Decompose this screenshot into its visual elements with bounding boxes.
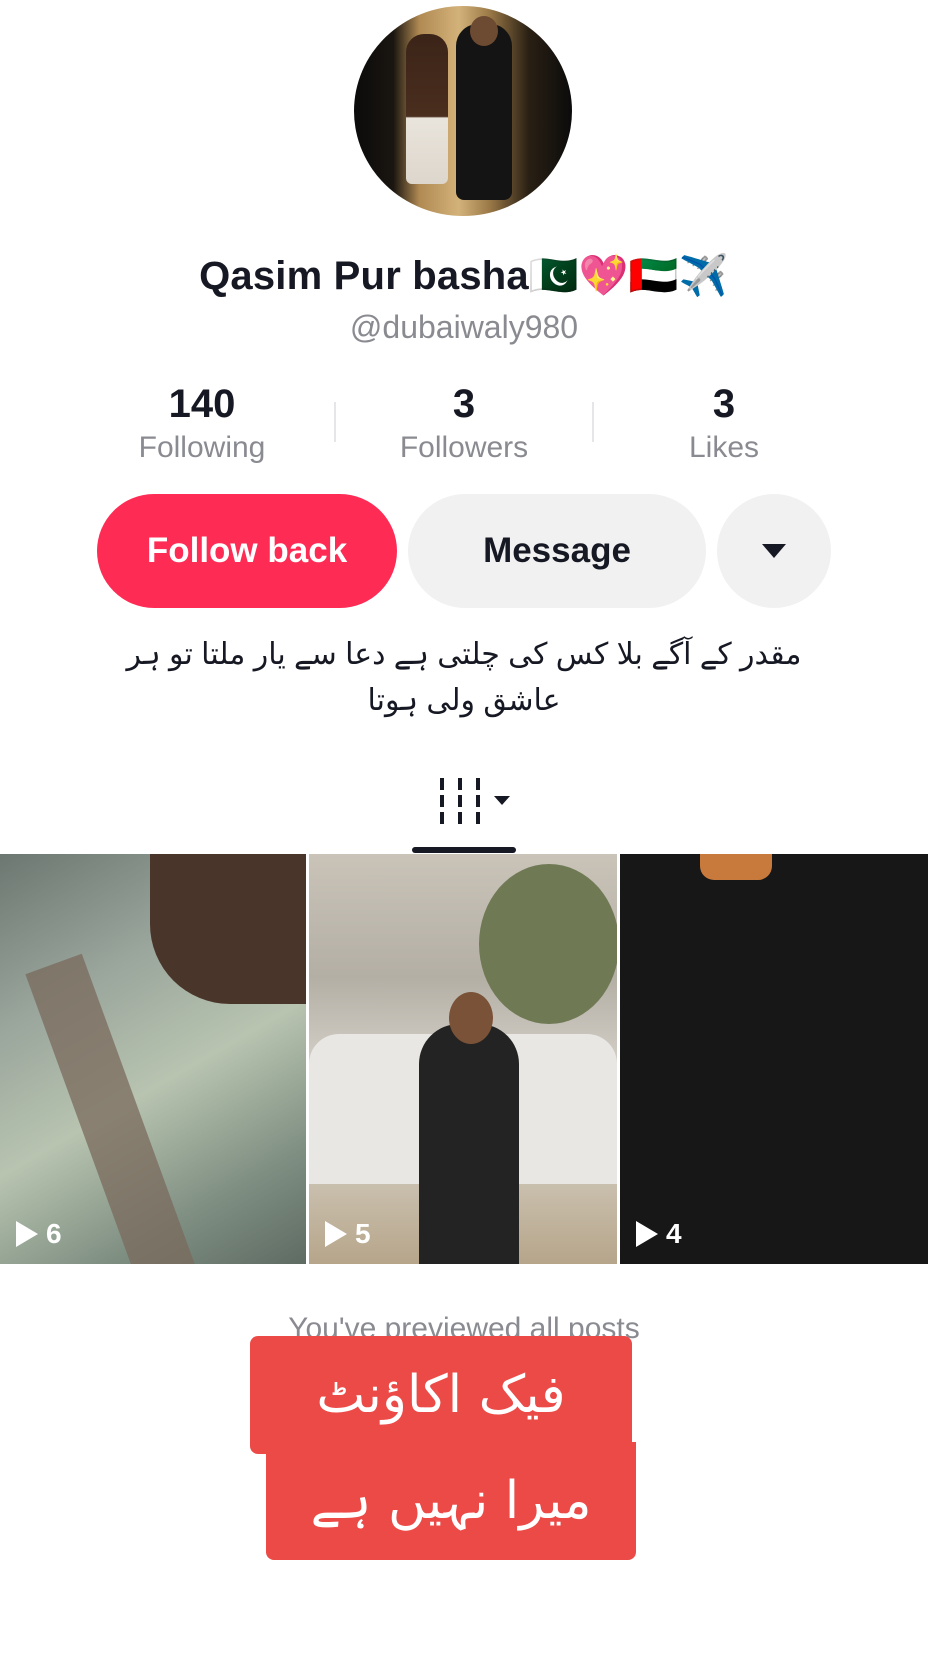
view-count: 5 [325, 1218, 371, 1250]
play-icon [325, 1221, 347, 1247]
profile-handle: @dubaiwaly980 [349, 309, 579, 345]
view-count-value: 5 [355, 1218, 371, 1249]
profile-display-name: Qasim Pur basha🇵🇰💖🇦🇪✈️ [199, 254, 729, 298]
view-count: 6 [16, 1218, 62, 1250]
stat-likes-label: Likes [688, 431, 760, 464]
stat-likes-value: 3 [712, 382, 736, 426]
thumbnail-image [150, 854, 306, 1004]
thumbnail-person [419, 1024, 519, 1264]
view-count: 4 [636, 1218, 682, 1250]
video-thumbnail[interactable]: 6 [0, 854, 306, 1264]
stat-followers-label: Followers [399, 431, 529, 464]
thumbnail-person-head [449, 992, 493, 1044]
profile-bio: مقدر کے آگے بلا کس کی چلتی ہے دعا سے یار… [126, 638, 802, 717]
video-thumbnail[interactable]: 4 [620, 854, 928, 1264]
avatar-person [456, 24, 512, 200]
tab-caret-icon [494, 796, 510, 805]
more-options-button[interactable] [717, 494, 831, 608]
stat-likes[interactable]: 3 Likes [614, 380, 834, 468]
stat-followers-value: 3 [452, 382, 476, 426]
view-count-value: 6 [46, 1218, 62, 1249]
overlay-caption-line-1: فیک اکاؤنٹ [250, 1336, 632, 1454]
stat-following-value: 140 [168, 382, 236, 426]
stat-divider [334, 402, 336, 442]
active-tab-indicator [412, 847, 516, 853]
caret-down-icon [762, 544, 786, 558]
videos-tab[interactable] [434, 778, 514, 826]
grid-icon [440, 778, 444, 824]
play-icon [636, 1221, 658, 1247]
stat-following[interactable]: 140 Following [92, 380, 312, 468]
stat-divider [592, 402, 594, 442]
grid-icon-column [476, 778, 480, 824]
avatar-person-head [470, 16, 498, 46]
overlay-caption-line-2: میرا نہیں ہے [266, 1442, 636, 1560]
thumbnail-image [479, 864, 617, 1024]
follow-back-button[interactable]: Follow back [97, 494, 397, 608]
avatar-horse [406, 34, 448, 184]
grid-icon-column [458, 778, 462, 824]
message-button[interactable]: Message [408, 494, 706, 608]
video-thumbnail[interactable]: 5 [309, 854, 617, 1264]
view-count-value: 4 [666, 1218, 682, 1249]
profile-avatar[interactable] [354, 6, 572, 216]
play-icon [16, 1221, 38, 1247]
thumbnail-image [700, 854, 772, 880]
stat-following-label: Following [138, 431, 266, 464]
stat-followers[interactable]: 3 Followers [354, 380, 574, 468]
